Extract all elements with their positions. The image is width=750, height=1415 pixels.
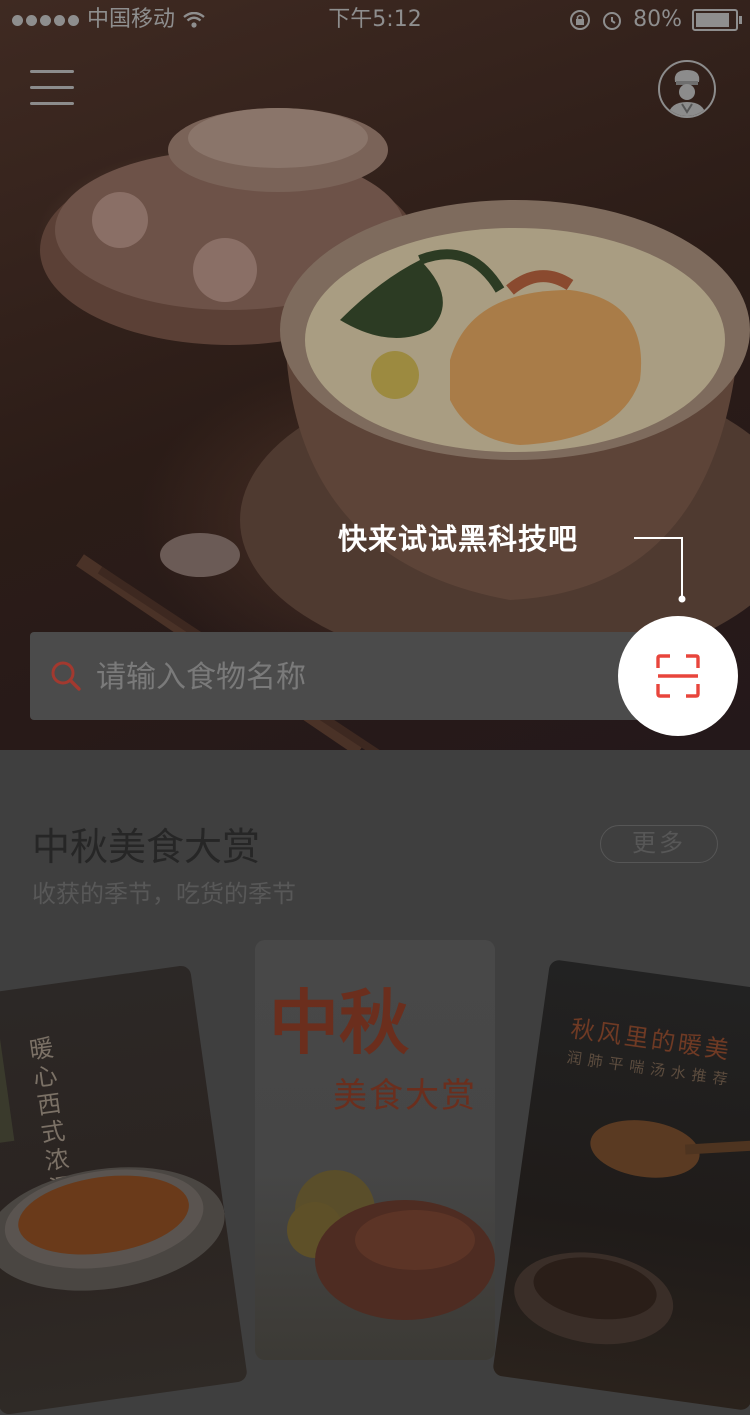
alarm-icon bbox=[603, 12, 622, 30]
search-bar[interactable] bbox=[30, 632, 670, 722]
lock-rotation-icon bbox=[570, 10, 591, 30]
card-spoon-image bbox=[514, 1120, 750, 1345]
search-icon bbox=[51, 661, 81, 691]
recipe-card-soup[interactable]: 暖心西式浓汤 bbox=[0, 964, 249, 1415]
search-input[interactable] bbox=[94, 632, 638, 722]
section-title: 中秋美食大赏 bbox=[32, 825, 261, 869]
status-right: 80% bbox=[569, 0, 742, 40]
card-soup-image bbox=[0, 1021, 225, 1291]
section-subtitle: 收获的季节，吃货的季节 bbox=[32, 880, 296, 908]
card-calligraphy-main: 中秋 bbox=[269, 981, 409, 1064]
status-bar: 中国移动 下午5:12 80% bbox=[0, 0, 750, 40]
battery-icon bbox=[692, 9, 742, 31]
battery-percent: 80% bbox=[633, 7, 682, 32]
profile-button[interactable] bbox=[658, 60, 716, 118]
card-calligraphy-sub: 美食大赏 bbox=[333, 1076, 477, 1116]
chef-avatar-icon bbox=[668, 70, 706, 116]
recipe-card-autumn-soup[interactable]: 秋风里的暖美 润肺平喘汤水推荐 bbox=[492, 958, 750, 1412]
scan-tip-text: 快来试试黑科技吧 bbox=[338, 522, 579, 556]
hamburger-menu-icon bbox=[30, 70, 74, 73]
scan-frame-icon bbox=[656, 654, 700, 698]
recipe-card-mid-autumn[interactable]: 中秋 美食大赏 bbox=[255, 940, 495, 1360]
tip-pointer-line bbox=[634, 537, 686, 603]
menu-button[interactable] bbox=[30, 70, 74, 106]
scan-button[interactable] bbox=[618, 616, 738, 736]
more-button[interactable]: 更多 bbox=[600, 825, 718, 863]
